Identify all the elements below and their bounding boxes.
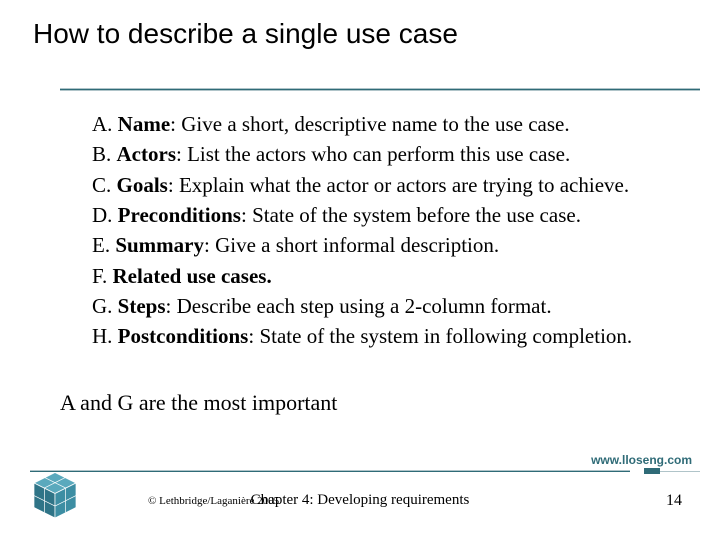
title-rule	[60, 88, 700, 92]
item-prefix: G.	[92, 294, 118, 318]
item-label: Goals	[117, 173, 168, 197]
item-sep: :	[166, 294, 177, 318]
list-item: E. Summary: Give a short informal descri…	[92, 231, 712, 259]
list-item: A. Name: Give a short, descriptive name …	[92, 110, 712, 138]
item-sep: :	[248, 324, 259, 348]
emphasis-note: A and G are the most important	[60, 390, 337, 416]
item-sep: :	[170, 112, 181, 136]
item-desc: List the actors who can perform this use…	[187, 142, 570, 166]
list-item: C. Goals: Explain what the actor or acto…	[92, 171, 712, 199]
item-prefix: D.	[92, 203, 118, 227]
item-prefix: A.	[92, 112, 118, 136]
item-prefix: C.	[92, 173, 117, 197]
item-label: Related use cases.	[113, 264, 272, 288]
body-list: A. Name: Give a short, descriptive name …	[92, 110, 712, 353]
item-prefix: B.	[92, 142, 117, 166]
item-label: Summary	[115, 233, 204, 257]
item-desc: Explain what the actor or actors are try…	[179, 173, 629, 197]
item-sep: :	[168, 173, 179, 197]
item-desc: Give a short, descriptive name to the us…	[181, 112, 569, 136]
item-label: Name	[118, 112, 170, 136]
site-url: www.lloseng.com	[591, 453, 692, 467]
item-prefix: H.	[92, 324, 118, 348]
list-item: D. Preconditions: State of the system be…	[92, 201, 712, 229]
list-item: G. Steps: Describe each step using a 2-c…	[92, 292, 712, 320]
slide-footer: Chapter 4: Developing requirements © Let…	[0, 495, 720, 525]
item-label: Steps	[118, 294, 166, 318]
slide-title: How to describe a single use case	[33, 18, 458, 50]
slide: How to describe a single use case A. Nam…	[0, 0, 720, 540]
item-sep: :	[176, 142, 187, 166]
item-sep: :	[204, 233, 215, 257]
list-item: H. Postconditions: State of the system i…	[92, 322, 712, 350]
page-number: 14	[666, 492, 682, 510]
item-label: Actors	[117, 142, 176, 166]
item-desc: Give a short informal description.	[215, 233, 499, 257]
item-desc: Describe each step using a 2-column form…	[177, 294, 552, 318]
item-label: Preconditions	[118, 203, 241, 227]
list-item: F. Related use cases.	[92, 262, 712, 290]
item-label: Postconditions	[118, 324, 249, 348]
list-item: B. Actors: List the actors who can perfo…	[92, 140, 712, 168]
item-desc: State of the system before the use case.	[252, 203, 581, 227]
item-sep: :	[241, 203, 252, 227]
item-desc: State of the system in following complet…	[259, 324, 632, 348]
chapter-label: Chapter 4: Developing requirements	[0, 492, 720, 509]
copyright-label: © Lethbridge/Laganière 2005	[148, 495, 279, 507]
item-prefix: E.	[92, 233, 115, 257]
item-prefix: F.	[92, 264, 113, 288]
footer-rule	[30, 470, 700, 473]
